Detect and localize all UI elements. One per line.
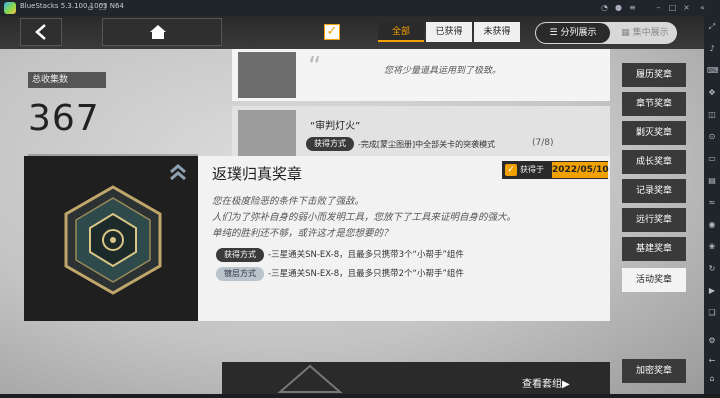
obtain-method-text: -完成[蒙尘图册]中全部关卡的突袭模式 bbox=[358, 140, 496, 149]
view-center-label: 集中展示 bbox=[632, 28, 669, 38]
category-annihilation[interactable]: 剿灭奖章 bbox=[622, 121, 686, 145]
category-resume[interactable]: 履历奖章 bbox=[622, 63, 686, 87]
settings-icon[interactable]: ⚙ bbox=[707, 336, 717, 346]
view-set-link[interactable]: 查看套组▶ bbox=[522, 375, 570, 390]
plating-method-text: -三星通关SN-EX-8，且最多只携带2个“小帮手”组件 bbox=[268, 269, 464, 279]
back-nav-icon[interactable]: ← bbox=[707, 356, 717, 366]
category-encrypted[interactable]: 加密奖章 bbox=[622, 359, 686, 383]
volume-icon[interactable]: ♪ bbox=[707, 44, 717, 54]
expand-icon[interactable]: « bbox=[698, 3, 707, 12]
shake-icon[interactable]: ≈ bbox=[707, 198, 717, 208]
gamepad-icon[interactable]: ✥ bbox=[707, 88, 717, 98]
total-collected-label: 总收集数 bbox=[28, 72, 106, 88]
folder-icon[interactable]: ▭ bbox=[707, 154, 717, 164]
filter-tab-all[interactable]: 全部 bbox=[378, 22, 424, 42]
bell-icon[interactable]: ◔ bbox=[600, 3, 609, 12]
tabs-icon[interactable]: ❐ bbox=[98, 3, 107, 12]
home-nav-icon[interactable]: ⌂ bbox=[707, 374, 717, 384]
window-title: BlueStacks 5.3.100.1003 N64 bbox=[20, 2, 124, 10]
plating-method-tag: 镀层方式 bbox=[216, 267, 264, 281]
filter-tab-unobtained[interactable]: 未获得 bbox=[474, 22, 520, 42]
eco-mode-icon[interactable]: ❀ bbox=[707, 242, 717, 252]
category-expedition[interactable]: 远行奖章 bbox=[622, 208, 686, 232]
location-icon[interactable]: ◉ bbox=[707, 220, 717, 230]
rank-chevron-icon bbox=[170, 164, 186, 181]
category-event[interactable]: 活动奖章 bbox=[622, 268, 686, 292]
detail-description-line: 您在极度险恶的条件下击败了强敌。 bbox=[212, 196, 365, 207]
obtain-method-text: -三星通关SN-EX-8，且最多只携带3个“小帮手”组件 bbox=[268, 250, 464, 260]
category-growth[interactable]: 成长奖章 bbox=[622, 150, 686, 174]
obtain-method-tag: 获得方式 bbox=[216, 248, 264, 262]
minimize-icon[interactable]: – bbox=[654, 3, 663, 12]
total-collected-value: 367 bbox=[28, 98, 100, 139]
multi-instance-icon[interactable]: ❏ bbox=[707, 308, 717, 318]
banner-artwork bbox=[270, 364, 350, 394]
bluestacks-logo-icon bbox=[4, 2, 16, 14]
medal-title: “审判灯火” bbox=[310, 121, 361, 132]
home-button[interactable] bbox=[102, 18, 222, 46]
view-split-button[interactable]: ☰ 分列展示 bbox=[536, 23, 610, 43]
split-view-icon: ☰ bbox=[549, 28, 561, 38]
record-icon[interactable]: ⊙ bbox=[707, 132, 717, 142]
back-button[interactable] bbox=[20, 18, 62, 46]
fullscreen-icon[interactable]: ⤢ bbox=[707, 22, 717, 32]
filter-tab-obtained[interactable]: 已获得 bbox=[426, 22, 472, 42]
macro-icon[interactable]: ▶ bbox=[707, 286, 717, 296]
hide-unobtainable-label: 隐藏已无法获得的蚀刻章 bbox=[225, 30, 325, 40]
maximize-icon[interactable]: □ bbox=[668, 3, 677, 12]
medal-emblem-icon bbox=[64, 185, 162, 295]
obtained-label: 获得于 bbox=[520, 165, 544, 174]
quote-mark: “ bbox=[308, 52, 322, 82]
rotate-icon[interactable]: ↻ bbox=[707, 264, 717, 274]
home-icon[interactable]: ⌂ bbox=[86, 3, 95, 12]
obtain-method-tag: 获得方式 bbox=[306, 137, 354, 151]
screenshot-icon[interactable]: ◫ bbox=[707, 110, 717, 120]
keyboard-icon[interactable]: ⌨ bbox=[707, 66, 719, 76]
apk-icon[interactable]: ▤ bbox=[707, 176, 717, 186]
medal-thumbnail bbox=[238, 110, 296, 156]
menu-icon[interactable]: ≡ bbox=[628, 3, 637, 12]
hide-unobtainable-checkbox[interactable]: ✓ bbox=[324, 24, 340, 40]
close-icon[interactable]: × bbox=[682, 3, 691, 12]
obtained-date: 2022/05/10 bbox=[552, 162, 609, 178]
medal-description: 您将少量道具运用到了极致。 bbox=[384, 66, 502, 76]
obtained-check-icon: ✓ bbox=[505, 164, 517, 176]
category-record[interactable]: 记录奖章 bbox=[622, 179, 686, 203]
view-split-label: 分列展示 bbox=[560, 28, 597, 38]
category-infrastructure[interactable]: 基建奖章 bbox=[622, 237, 686, 261]
medal-thumbnail bbox=[238, 52, 296, 98]
detail-medal-title: 返璞归真奖章 bbox=[212, 165, 303, 183]
back-arrow-icon bbox=[35, 24, 46, 40]
detail-description-line: 人们为了弥补自身的弱小而发明工具，您放下了工具来证明自身的强大。 bbox=[212, 212, 517, 223]
home-icon bbox=[150, 25, 166, 39]
medal-progress: (7/8) bbox=[532, 138, 554, 148]
account-icon[interactable]: ● bbox=[614, 3, 623, 12]
detail-description-line: 单纯的胜利还不够，或许这才是您想要的？ bbox=[212, 228, 393, 239]
view-center-button[interactable]: ▦ 集中展示 bbox=[614, 23, 676, 43]
grid-view-icon: ▦ bbox=[621, 28, 633, 38]
category-chapter[interactable]: 章节奖章 bbox=[622, 92, 686, 116]
